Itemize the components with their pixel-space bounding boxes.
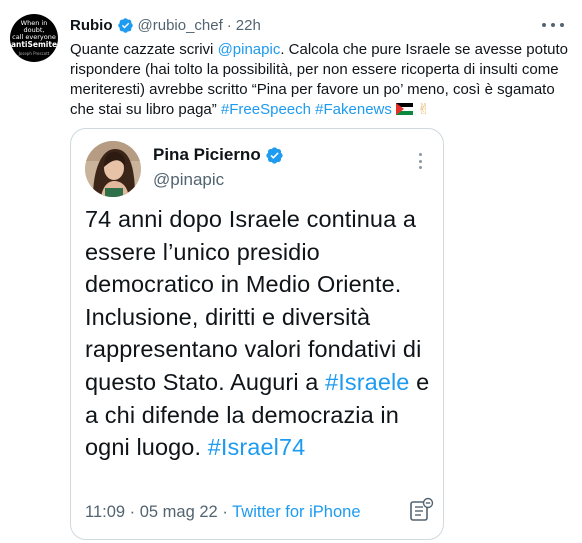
meta-separator: · <box>125 503 140 521</box>
quoted-date[interactable]: 05 mag 22 <box>140 503 218 521</box>
quoted-author-avatar[interactable] <box>85 141 141 197</box>
peace-hand-icon: ✌ <box>417 101 430 118</box>
quoted-time[interactable]: 11:09 <box>85 503 125 521</box>
tweet-text-segment: Quante cazzate scrivi <box>70 41 218 58</box>
author-handle[interactable]: @rubio_chef <box>138 17 223 34</box>
quoted-author-handle[interactable]: @pinapic <box>153 170 224 190</box>
avatar-text-line: When in doubt, <box>20 18 48 34</box>
author-avatar[interactable]: When in doubt, call everyone antiSemite … <box>10 14 58 62</box>
hashtag-link[interactable]: #FreeSpeech <box>221 101 311 118</box>
mention-link[interactable]: @pinapic <box>218 41 281 58</box>
avatar-text-line: Joseph Prescott <box>18 50 50 56</box>
meta-separator: · <box>217 503 233 521</box>
tweet-text: Quante cazzate scrivi @pinapic. Calcola … <box>70 40 570 120</box>
hashtag-link[interactable]: #Israel74 <box>208 434 306 460</box>
separator-dot: · <box>226 16 232 34</box>
more-options-icon[interactable] <box>542 16 564 34</box>
quoted-tweet-meta: 11:09 · 05 mag 22 · Twitter for iPhone <box>85 503 361 522</box>
tweet: When in doubt, call everyone antiSemite … <box>0 0 582 543</box>
quoted-tweet-text: 74 anni dopo Israele continua a essere l… <box>85 203 435 464</box>
more-options-icon[interactable] <box>419 153 423 169</box>
hashtag-link[interactable]: #Fakenews <box>315 101 392 118</box>
tweet-source-link[interactable]: Twitter for iPhone <box>232 503 360 521</box>
quoted-tweet[interactable]: Pina Picierno @pinapic 74 anni dopo Isra… <box>70 128 444 540</box>
avatar-text-line: antiSemite <box>10 39 58 49</box>
palestine-flag-icon <box>396 103 414 115</box>
quoted-author-row: Pina Picierno <box>153 145 284 165</box>
author-name[interactable]: Rubio <box>70 17 113 34</box>
tweet-header: Rubio @rubio_chef · 22h <box>70 14 261 36</box>
quoted-author-name[interactable]: Pina Picierno <box>153 145 261 165</box>
quoted-text-segment: 74 anni dopo Israele continua a essere l… <box>85 206 422 395</box>
community-notes-icon[interactable] <box>409 497 435 523</box>
tweet-timestamp[interactable]: 22h <box>236 17 261 34</box>
verified-badge-icon <box>266 146 283 164</box>
hashtag-link[interactable]: #Israele <box>325 369 409 395</box>
verified-badge-icon <box>117 17 133 33</box>
